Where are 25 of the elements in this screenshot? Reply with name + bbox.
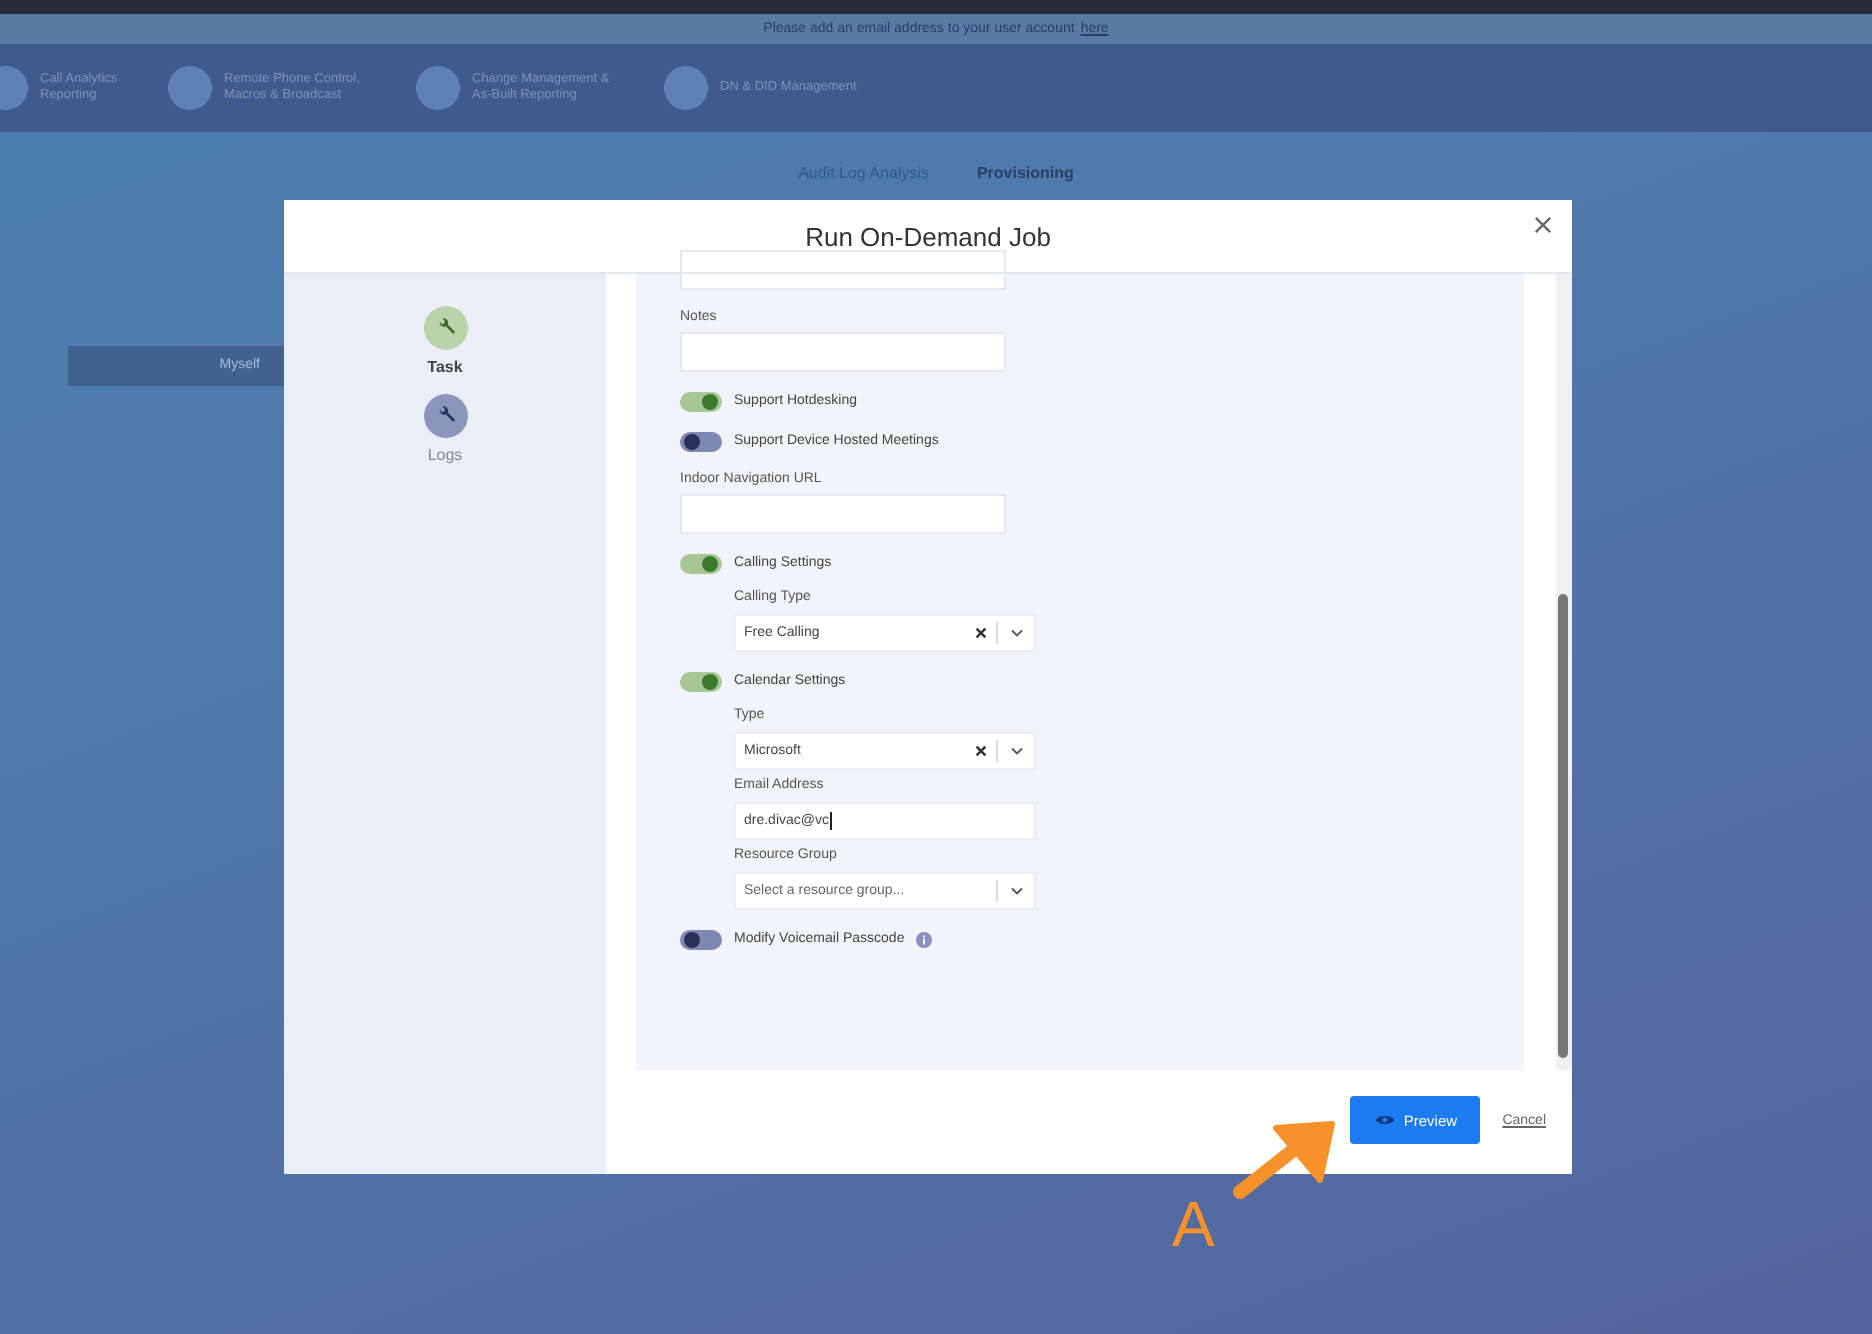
- close-icon[interactable]: [1534, 216, 1552, 234]
- text-field[interactable]: [680, 332, 1006, 372]
- clear-icon[interactable]: [974, 744, 988, 758]
- text-field[interactable]: [680, 250, 1006, 290]
- wrench-icon[interactable]: [423, 394, 467, 438]
- step-label[interactable]: Logs: [427, 446, 463, 464]
- toggle-switch[interactable]: [680, 929, 722, 949]
- clear-icon[interactable]: [974, 626, 988, 640]
- step-label[interactable]: Task: [427, 358, 463, 376]
- tab[interactable]: Provisioning: [976, 164, 1074, 182]
- toggle-switch[interactable]: [680, 391, 722, 411]
- toggle-switch[interactable]: [680, 671, 722, 691]
- toggle-switch[interactable]: [680, 431, 722, 451]
- eye-icon: [1373, 1112, 1396, 1128]
- chevron-icon[interactable]: [1010, 886, 1024, 896]
- arrow-annotation-icon: [1228, 1120, 1340, 1204]
- text-field[interactable]: [680, 494, 1006, 534]
- toggle-switch[interactable]: [680, 553, 722, 573]
- annotation-label: A: [1172, 1192, 1215, 1256]
- dialog-title: Run On-Demand Job: [805, 221, 1051, 251]
- scrollbar[interactable]: [1556, 274, 1572, 1070]
- info-icon[interactable]: [916, 931, 933, 947]
- wrench-icon[interactable]: [423, 306, 467, 350]
- chevron-icon[interactable]: [1010, 628, 1024, 638]
- chevron-icon[interactable]: [1010, 746, 1024, 756]
